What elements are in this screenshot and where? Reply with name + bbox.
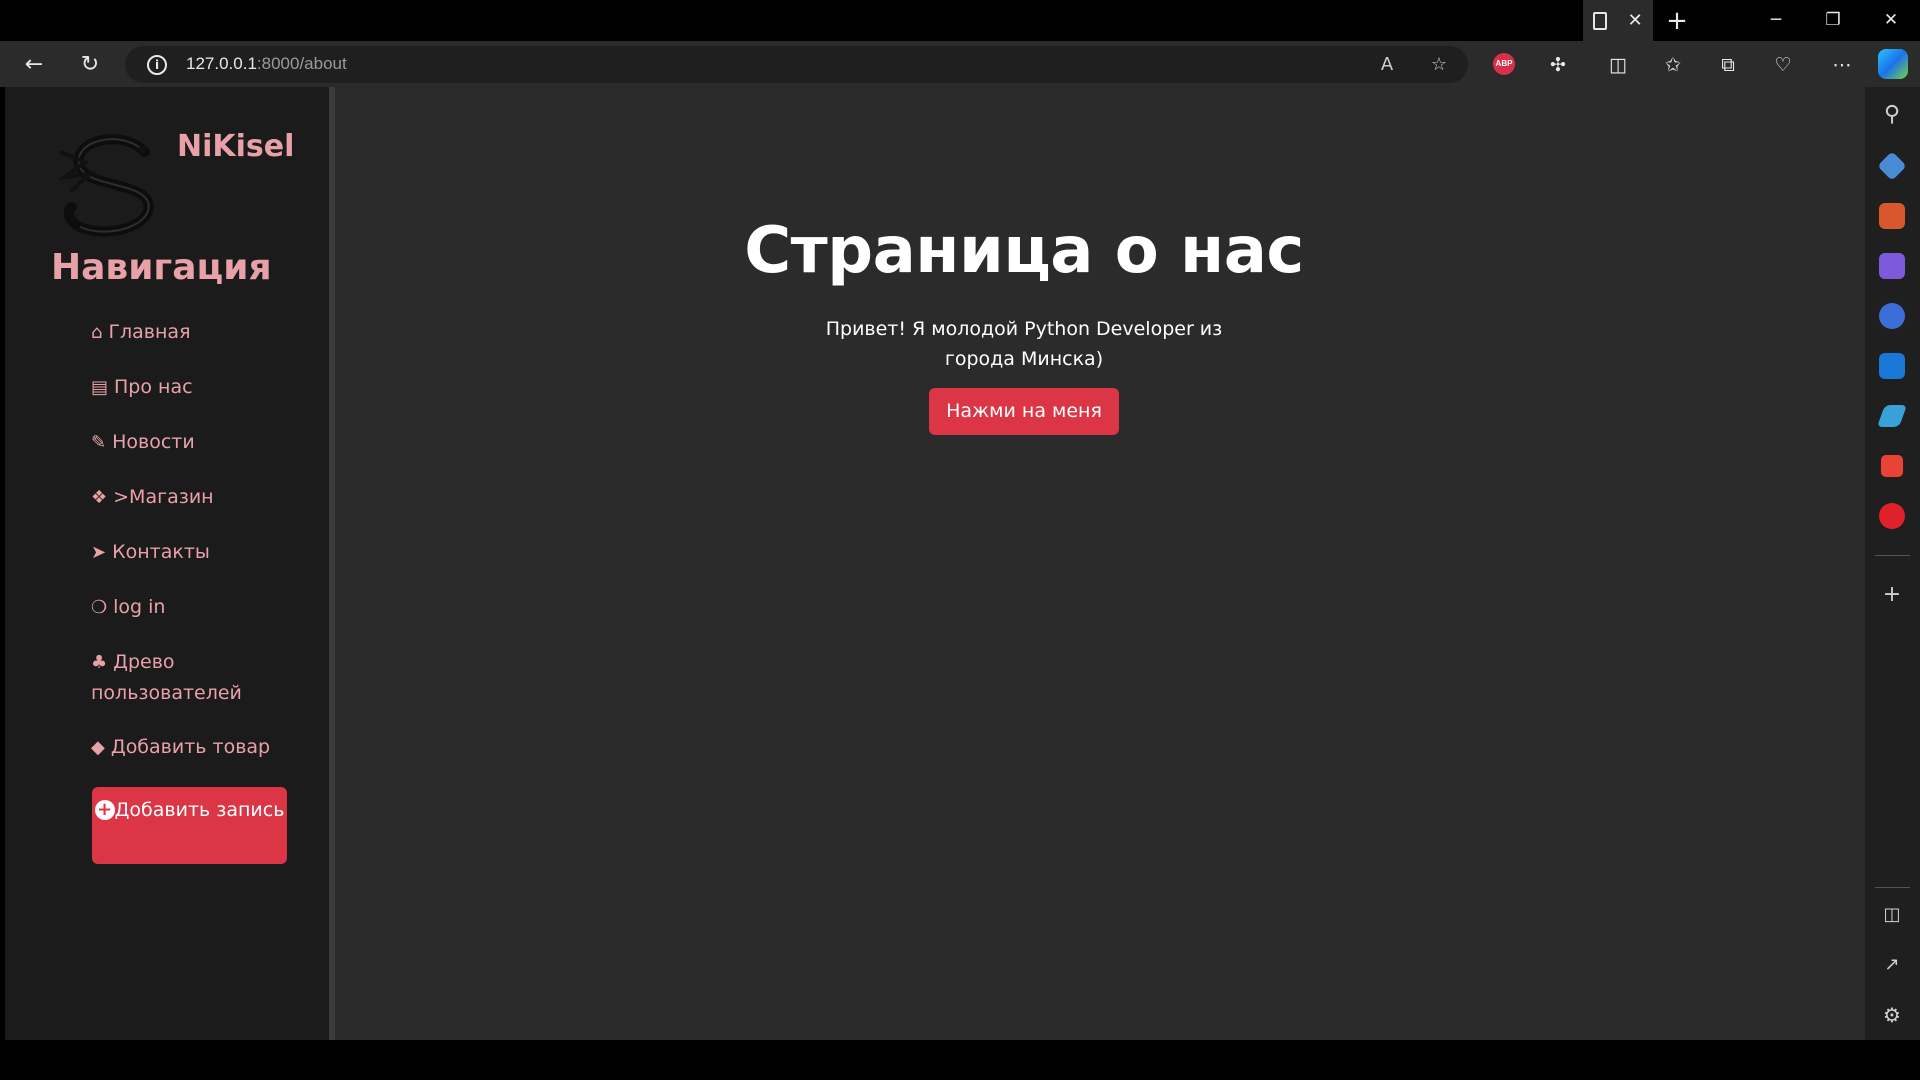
read-aloud-icon[interactable]: A [1372,50,1402,80]
nav-item-user-tree[interactable]: ♣ Древо пользователей [91,647,291,708]
main-content: Страница о нас Привет! Я молодой Python … [341,87,1707,435]
click-me-button[interactable]: Нажми на меня [929,388,1119,435]
search-icon[interactable]: ⚲ [1877,100,1907,130]
tab-close-icon[interactable]: ✕ [1628,11,1643,30]
telegram-icon[interactable] [1876,404,1908,428]
adblock-plus-icon[interactable]: ABP [1493,53,1515,75]
cubes-icon: ❖ [91,487,108,508]
browser-tab[interactable]: ✕ [1583,0,1653,41]
minimize-button[interactable]: ─ [1748,0,1804,41]
add-record-button[interactable]: + Добавить запись [92,787,287,864]
add-sidebar-app-icon[interactable]: + [1877,580,1907,610]
hide-sidebar-icon[interactable]: ◫ [1877,900,1907,930]
browser-titlebar: ✕ + ─ ❐ ✕ [0,0,1920,41]
new-tab-button[interactable]: + [1660,4,1694,38]
fire-icon: ◆ [91,737,105,758]
paper-plane-icon: ➤ [91,542,107,563]
nav-item-login[interactable]: ❍ log in [91,592,291,623]
page-viewport: NiKisel Навигация ⌂ Главная ▤ Про нас ✎ Нов… [5,87,1865,1040]
split-screen-icon[interactable]: ◫ [1601,48,1635,82]
brand-name[interactable]: NiKisel [177,129,294,164]
open-external-icon[interactable]: ↗ [1877,950,1907,980]
collections-icon[interactable]: ⧉ [1711,48,1745,82]
site-info-icon[interactable]: i [147,55,167,75]
intro-text: Привет! Я молодой Python Developer из го… [825,318,1223,370]
id-card-icon: ▤ [91,377,109,398]
sidebar-divider [1875,887,1910,888]
page-title: Страница о нас [744,214,1304,288]
browser-toolbar: ← ↻ i 127.0.0.1:8000/about A ☆ ✣ ◫ ✩ ⧉ ♡… [0,41,1920,87]
nav-item-about[interactable]: ▤ Про нас [91,372,291,403]
sidebar-divider [1875,555,1910,556]
refresh-icon[interactable]: ↻ [73,48,107,82]
favorite-star-icon[interactable]: ☆ [1424,50,1454,80]
site-sidebar: NiKisel Навигация ⌂ Главная ▤ Про нас ✎ Нов… [5,87,335,1040]
shopping-tag-icon[interactable] [1877,151,1907,181]
address-bar[interactable]: i 127.0.0.1:8000/about A ☆ [125,46,1468,83]
games-icon[interactable] [1879,253,1905,279]
nav-heading: Навигация [51,247,272,288]
tree-icon: ♣ [91,652,108,673]
paperclip-icon: ✎ [91,432,107,453]
back-arrow-icon[interactable]: ← [17,48,51,82]
plus-circle-icon: + [94,800,115,820]
outlook-icon[interactable] [1879,353,1905,379]
nav-item-add-product[interactable]: ◆ Добавить товар [91,732,291,763]
tools-icon[interactable] [1879,203,1905,229]
gmail-icon[interactable] [1880,454,1904,478]
settings-gear-icon[interactable]: ⚙ [1877,1000,1907,1030]
dragon-logo [57,134,154,237]
youtube-music-icon[interactable] [1879,503,1905,529]
extensions-icon[interactable]: ✣ [1541,48,1575,82]
restore-button[interactable]: ❐ [1805,0,1861,41]
microsoft-365-icon[interactable] [1879,303,1905,329]
copilot-icon[interactable] [1878,49,1908,79]
edge-sidebar: ⚲ + ◫ ↗ ⚙ [1865,87,1920,1040]
favorites-icon[interactable]: ✩ [1656,48,1690,82]
home-icon: ⌂ [91,322,103,343]
more-options-icon[interactable]: ⋯ [1825,48,1859,82]
nav-item-shop[interactable]: ❖ >Магазин [91,482,291,513]
nav-item-home[interactable]: ⌂ Главная [91,317,291,348]
nav-item-contacts[interactable]: ➤ Контакты [91,537,291,568]
page-icon [1593,11,1608,30]
nav-item-news[interactable]: ✎ Новости [91,427,291,458]
close-window-button[interactable]: ✕ [1863,0,1919,41]
url-text[interactable]: 127.0.0.1:8000/about [186,54,347,74]
browser-essentials-icon[interactable]: ♡ [1766,48,1800,82]
shoe-prints-icon: ❍ [91,597,108,618]
taskbar-strip [0,1040,1920,1080]
